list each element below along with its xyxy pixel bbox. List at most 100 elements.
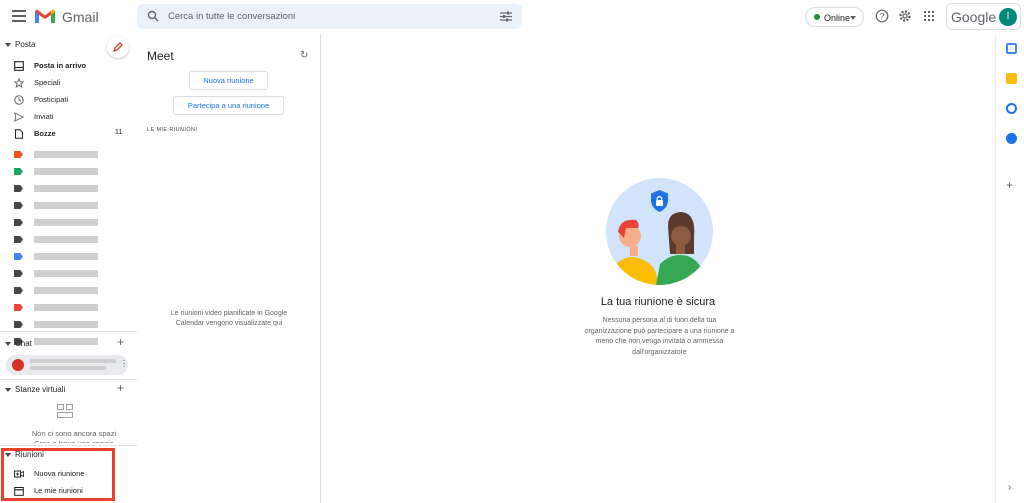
apps-grid-icon[interactable] [922,9,936,23]
refresh-icon[interactable]: ↻ [300,50,308,61]
keep-app-icon[interactable] [1006,73,1017,84]
mail-section-header[interactable]: Posta [5,40,35,49]
secure-meeting-illustration [606,178,713,285]
label-tag-icon [14,321,23,328]
rooms-section-label: Stanze virtuali [15,385,66,394]
label-name-redacted [34,253,98,260]
sidebar-label-item[interactable] [0,282,137,299]
chat-name-redacted [30,359,116,363]
contacts-app-icon[interactable] [1006,133,1017,144]
inbox-icon [14,61,24,71]
sidebar-label-item[interactable] [0,214,137,231]
sidebar-item-inbox[interactable]: Posta in arrivo [0,57,137,74]
sidebar-item-drafts[interactable]: Bozze 11 [0,125,137,142]
label-name-redacted [34,168,98,175]
sidebar-item-label: Posticipati [34,95,69,104]
help-icon[interactable]: ? [875,9,889,23]
sidebar-item-label: Inviati [34,112,54,121]
secure-description: Nessuna persona al di fuori della tua or… [584,317,735,356]
status-dropdown[interactable]: Online [805,7,864,27]
avatar[interactable]: I [999,8,1017,26]
sidebar-label-item[interactable] [0,146,137,163]
side-panel-bar: + › [995,34,1024,503]
sidebar-label-item[interactable] [0,180,137,197]
google-wordmark: Google [951,9,997,25]
top-bar: Gmail Cerca in tutte le conversazioni On… [0,0,1024,34]
pencil-icon [113,42,123,52]
mail-section-label: Posta [15,40,36,49]
rooms-empty-icon [57,404,73,418]
label-name-redacted [34,219,98,226]
svg-text:?: ? [880,12,885,21]
sidebar-label-item[interactable] [0,299,137,316]
search-options-icon[interactable] [500,11,512,22]
calendar-app-icon[interactable] [1006,43,1017,54]
page-title: Meet [147,49,174,63]
label-name-redacted [34,236,98,243]
rooms-section-header[interactable]: Stanze virtuali [5,385,65,394]
sidebar-item-label: Speciali [34,78,61,87]
label-tag-icon [14,219,23,226]
chat-list-item[interactable]: ⋮ [6,355,128,375]
meet-panel: Meet ↻ Nuova riunione Partecipa a una ri… [137,34,321,503]
add-chat-icon[interactable]: + [117,335,124,349]
label-tag-icon [14,151,23,158]
sidebar-label-item[interactable] [0,248,137,265]
account-switcher[interactable]: Google I [946,3,1021,30]
chevron-down-icon [850,16,856,20]
app-brand: Gmail [62,9,99,25]
online-dot-icon [814,14,820,20]
divider [0,379,137,380]
sidebar-item-snoozed[interactable]: Posticipati [0,91,137,108]
sidebar-label-item[interactable] [0,197,137,214]
sidebar-label-item[interactable] [0,265,137,282]
search-icon[interactable] [147,10,159,22]
status-label: Online [824,13,851,23]
add-room-icon[interactable]: + [117,381,124,395]
sidebar-label-item[interactable] [0,231,137,248]
send-icon [14,112,24,122]
label-tag-icon [14,236,23,243]
label-tag-icon [14,185,23,192]
drafts-count: 11 [115,129,123,136]
gmail-logo-icon[interactable] [34,8,56,24]
label-name-redacted [34,287,98,294]
my-meetings-heading: LE MIE RIUNIONI [147,127,198,133]
label-name-redacted [34,151,98,158]
search-input[interactable]: Cerca in tutte le conversazioni [168,11,295,22]
main-menu-icon[interactable] [12,10,26,22]
label-name-redacted [34,270,98,277]
avatar [12,359,24,371]
new-meeting-button[interactable]: Nuova riunione [189,71,268,90]
chat-section-label: Chat [15,339,32,348]
sidebar-item-label: Bozze [34,129,56,138]
sidebar-item-sent[interactable]: Inviati [0,108,137,125]
add-app-icon[interactable]: + [1006,178,1013,192]
more-options-icon[interactable]: ⋮ [120,359,128,368]
label-tag-icon [14,287,23,294]
meet-empty-text: Le riunioni video pianificate in Google … [170,310,288,327]
label-name-redacted [34,202,98,209]
divider [0,445,137,446]
clock-icon [14,95,24,105]
sidebar-item-label: Posta in arrivo [34,61,87,70]
chat-section-header[interactable]: Chat [5,339,32,348]
meetings-highlight-box [1,448,115,501]
rooms-empty-text: Non ci sono ancora spazi [31,429,117,438]
label-tag-icon [14,202,23,209]
join-meeting-button[interactable]: Partecipa a una riunione [173,96,284,115]
star-icon [14,78,24,88]
search-bar[interactable]: Cerca in tutte le conversazioni [137,4,522,29]
settings-gear-icon[interactable] [898,9,912,23]
label-tag-icon [14,168,23,175]
sidebar-label-item[interactable] [0,163,137,180]
sidebar: Posta Posta in arrivo Speciali Posticipa… [0,34,137,503]
divider [0,331,137,332]
chevron-right-icon[interactable]: › [1008,482,1011,493]
draft-icon [15,129,23,139]
label-name-redacted [34,321,98,328]
sidebar-item-starred[interactable]: Speciali [0,74,137,91]
compose-button[interactable] [107,36,129,58]
tasks-app-icon[interactable] [1006,103,1017,114]
chat-preview-redacted [30,366,106,370]
